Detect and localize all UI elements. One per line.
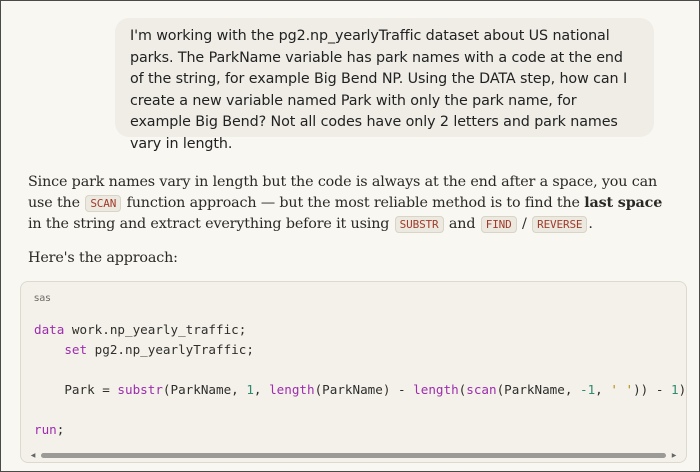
inline-code-substr: SUBSTR bbox=[394, 216, 444, 233]
inline-code-reverse: REVERSE bbox=[532, 216, 588, 233]
code-string-space: ' ' bbox=[610, 382, 634, 397]
assistant-paragraph-1: Since park names vary in length but the … bbox=[28, 172, 673, 235]
code-content[interactable]: data work.np_yearly_traffic; set pg2.np_… bbox=[34, 320, 687, 440]
code-line2-indent bbox=[34, 342, 64, 357]
assistant-response: Since park names vary in length but the … bbox=[28, 172, 673, 235]
code-line3-f: (ParkName, bbox=[496, 382, 580, 397]
user-message-text: I'm working with the pg2.np_yearlyTraffi… bbox=[130, 28, 628, 152]
code-block[interactable]: sas data work.np_yearly_traffic; set pg2… bbox=[20, 281, 687, 463]
assistant-paragraph-2: Here's the approach: bbox=[28, 250, 178, 266]
code-line3-c: , bbox=[253, 382, 270, 397]
code-line3-i: ); bbox=[678, 382, 687, 397]
para1-bold-last-space: last space bbox=[584, 195, 663, 211]
para1-text-c: in the string and extract everything bef… bbox=[28, 216, 394, 232]
code-fn-substr: substr bbox=[117, 382, 163, 397]
code-line3-h: )) - bbox=[633, 382, 672, 397]
scroll-right-arrow-icon[interactable]: ▶ bbox=[670, 452, 678, 459]
code-fn-length-1: length bbox=[269, 382, 315, 397]
code-line3-g: , bbox=[595, 382, 611, 397]
code-keyword-run: run bbox=[34, 422, 57, 437]
horizontal-scrollbar[interactable]: ◀ ▶ bbox=[29, 452, 678, 459]
code-num-1: 1 bbox=[246, 382, 254, 397]
code-fn-scan: scan bbox=[466, 382, 497, 397]
code-line3-b: (ParkName, bbox=[162, 382, 247, 397]
para1-text-b: function approach — but the most reliabl… bbox=[122, 195, 585, 211]
code-num-neg1: -1 bbox=[580, 382, 596, 397]
code-line4-rest: ; bbox=[56, 422, 65, 437]
code-line1-rest: work.np_yearly_traffic; bbox=[64, 322, 247, 337]
code-line2-rest: pg2.np_yearlyTraffic; bbox=[87, 342, 254, 357]
code-language-label: sas bbox=[34, 293, 51, 304]
para1-text-slash: / bbox=[517, 216, 532, 232]
user-message-bubble: I'm working with the pg2.np_yearlyTraffi… bbox=[115, 18, 654, 152]
code-keyword-data: data bbox=[34, 322, 65, 337]
code-line3-d: (ParkName) - bbox=[314, 382, 414, 397]
code-num-1b: 1 bbox=[671, 382, 679, 397]
code-line3-a: Park = bbox=[34, 382, 118, 397]
scroll-thumb[interactable] bbox=[41, 453, 666, 458]
scroll-track[interactable] bbox=[37, 453, 670, 458]
code-keyword-set: set bbox=[64, 342, 88, 357]
para1-text-and: and bbox=[444, 216, 480, 232]
inline-code-scan: SCAN bbox=[85, 195, 122, 212]
code-fn-length-2: length bbox=[413, 382, 459, 397]
para1-text-end: . bbox=[588, 216, 593, 232]
scroll-left-arrow-icon[interactable]: ◀ bbox=[29, 452, 37, 459]
inline-code-find: FIND bbox=[480, 216, 517, 233]
